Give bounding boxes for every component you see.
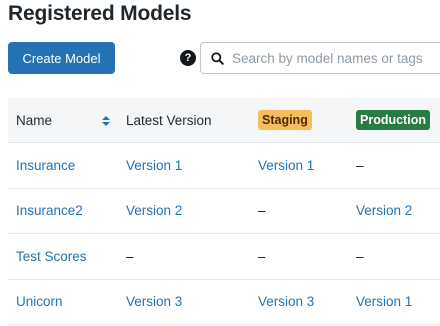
staging-version-empty: – — [258, 248, 266, 264]
staging-version-link[interactable]: Version 1 — [250, 158, 348, 173]
model-name-link[interactable]: Insurance — [8, 158, 118, 173]
production-version-empty: – — [356, 157, 364, 173]
model-name-link[interactable]: Insurance2 — [8, 203, 118, 218]
column-header-staging: Staging — [250, 110, 348, 130]
production-badge: Production — [356, 110, 430, 130]
sort-icon[interactable] — [102, 115, 110, 126]
create-model-button[interactable]: Create Model — [8, 42, 115, 74]
latest-version-empty: – — [126, 248, 134, 264]
models-table: Name Latest Version Staging Production I… — [8, 98, 440, 325]
column-header-name-label: Name — [16, 112, 53, 128]
staging-version-empty: – — [258, 203, 266, 219]
model-name-link[interactable]: Unicorn — [8, 294, 118, 309]
search-input[interactable] — [232, 50, 440, 66]
staging-version-link[interactable]: Version 3 — [250, 294, 348, 309]
search-box[interactable] — [200, 42, 440, 74]
production-version-link[interactable]: Version 2 — [348, 203, 440, 218]
production-version-empty: – — [356, 248, 364, 264]
table-header-row: Name Latest Version Staging Production — [8, 98, 440, 143]
production-version-link[interactable]: Version 1 — [348, 294, 440, 309]
latest-version-link[interactable]: Version 1 — [118, 158, 250, 173]
search-icon — [211, 51, 224, 65]
latest-version-link[interactable]: Version 3 — [118, 294, 250, 309]
table-row: Test Scores – – – — [8, 234, 440, 280]
page-title: Registered Models — [8, 2, 192, 25]
column-header-production: Production — [348, 110, 440, 130]
table-row: Unicorn Version 3 Version 3 Version 1 — [8, 280, 440, 325]
column-header-latest-version: Latest Version — [126, 112, 212, 128]
help-icon[interactable]: ? — [180, 50, 196, 66]
model-name-link[interactable]: Test Scores — [8, 249, 118, 264]
table-row: Insurance Version 1 Version 1 – — [8, 143, 440, 189]
column-header-name[interactable]: Name — [8, 113, 118, 128]
staging-badge: Staging — [258, 110, 312, 130]
latest-version-link[interactable]: Version 2 — [118, 203, 250, 218]
table-row: Insurance2 Version 2 – Version 2 — [8, 189, 440, 234]
